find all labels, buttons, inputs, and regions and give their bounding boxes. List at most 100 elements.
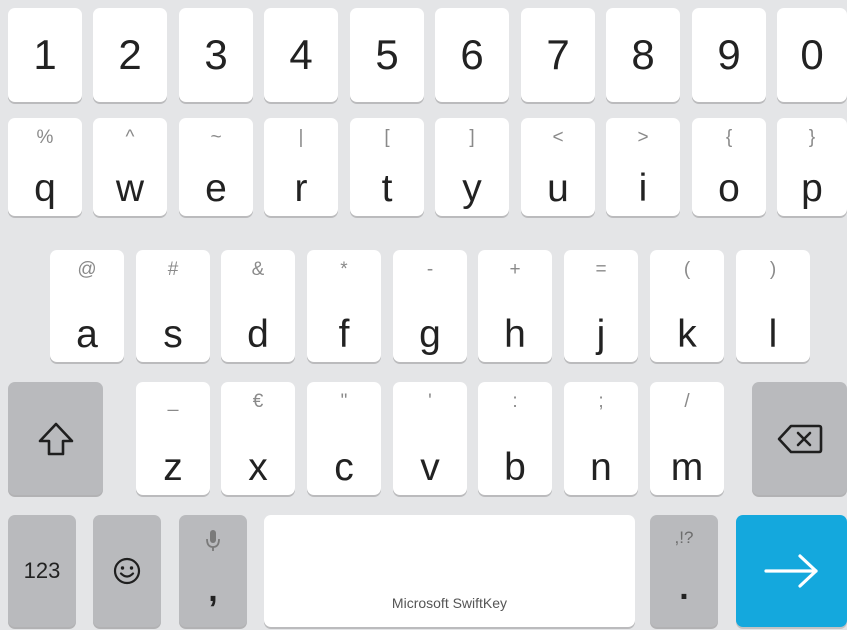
key-r[interactable]: | r <box>264 118 338 216</box>
key-alt-symbol: : <box>512 391 518 412</box>
key-label: 1 <box>33 31 57 78</box>
key-2[interactable]: 2 <box>93 8 167 102</box>
key-m[interactable]: / m <box>650 382 724 495</box>
key-label: j <box>596 313 606 356</box>
key-label: r <box>294 167 308 210</box>
key-g[interactable]: -g <box>393 250 467 362</box>
key-label: t <box>381 167 393 210</box>
key-label: x <box>248 446 268 489</box>
key-c[interactable]: " c <box>307 382 381 495</box>
key-alt-symbol: > <box>637 127 649 148</box>
key-z[interactable]: _ z <box>136 382 210 495</box>
key-alt-symbol: _ <box>167 391 179 412</box>
key-label: k <box>677 313 697 356</box>
key-alt-symbol: ^ <box>125 127 135 148</box>
key-alt-symbol: { <box>725 127 733 148</box>
shift-key[interactable] <box>8 382 103 495</box>
key-s[interactable]: # s <box>136 250 210 362</box>
key-label: h <box>504 313 526 356</box>
comma-label: , <box>208 571 218 609</box>
key-1[interactable]: 1 <box>8 8 82 102</box>
key-k[interactable]: (k <box>650 250 724 362</box>
key-alt-symbol: # <box>167 259 179 280</box>
key-p[interactable]: } p <box>777 118 847 216</box>
key-alt-symbol: ; <box>598 391 604 412</box>
key-8[interactable]: 8 <box>606 8 680 102</box>
key-label: p <box>801 167 823 210</box>
key-label: f <box>338 313 350 356</box>
key-5[interactable]: 5 <box>350 8 424 102</box>
key-3[interactable]: 3 <box>179 8 253 102</box>
key-q[interactable]: % q <box>8 118 82 216</box>
key-alt-symbol: } <box>808 127 816 148</box>
backspace-key[interactable] <box>752 382 847 495</box>
numbers-key-label: 123 <box>23 558 61 583</box>
key-alt-symbol: " <box>340 391 348 412</box>
key-label: 8 <box>631 31 655 78</box>
key-6[interactable]: 6 <box>435 8 509 102</box>
key-label: u <box>547 167 569 210</box>
key-7[interactable]: 7 <box>521 8 595 102</box>
microphone-icon <box>206 530 220 551</box>
numbers-key[interactable]: 123 <box>8 515 76 627</box>
key-label: g <box>419 313 441 356</box>
key-d[interactable]: & d <box>221 250 295 362</box>
key-label: y <box>462 167 482 210</box>
key-label: 9 <box>717 31 741 78</box>
key-label: 4 <box>289 31 313 78</box>
key-alt-symbol: ( <box>683 259 691 280</box>
key-label: d <box>247 313 269 356</box>
key-alt-symbol: / <box>684 391 690 412</box>
key-b[interactable]: :b <box>478 382 552 495</box>
key-alt-symbol: = <box>595 259 607 280</box>
key-label: m <box>670 446 704 489</box>
period-label: . <box>679 569 689 607</box>
key-alt-symbol: | <box>298 127 304 148</box>
key-t[interactable]: [t <box>350 118 424 216</box>
keyboard: 1 2 3 4 5 6 7 8 9 0 % q ^ w ~ e | r [t ] y < u… <box>0 0 847 630</box>
key-alt-symbol: < <box>552 127 564 148</box>
key-alt-symbol: + <box>509 259 521 280</box>
emoji-key[interactable] <box>93 515 161 627</box>
key-n[interactable]: ; n <box>564 382 638 495</box>
shift-arrow-icon <box>38 422 73 455</box>
smiley-icon <box>113 557 141 585</box>
key-j[interactable]: = j <box>564 250 638 362</box>
key-i[interactable]: > i <box>606 118 680 216</box>
key-label: 6 <box>460 31 484 78</box>
key-0[interactable]: 0 <box>777 8 847 102</box>
key-l[interactable]: ) l <box>736 250 810 362</box>
key-label: 7 <box>546 31 570 78</box>
key-e[interactable]: ~ e <box>179 118 253 216</box>
key-label: c <box>334 446 354 489</box>
key-label: n <box>590 446 612 489</box>
key-o[interactable]: {o <box>692 118 766 216</box>
key-label: 5 <box>375 31 399 78</box>
comma-key[interactable]: , <box>179 515 247 627</box>
key-label: z <box>163 446 183 489</box>
key-alt-symbol: ~ <box>210 127 222 148</box>
key-a[interactable]: @ a <box>50 250 124 362</box>
key-alt-symbol: ) <box>769 259 777 280</box>
key-label: s <box>163 313 183 356</box>
space-bar[interactable]: Microsoft SwiftKey <box>264 515 635 627</box>
key-x[interactable]: € x <box>221 382 295 495</box>
key-4[interactable]: 4 <box>264 8 338 102</box>
key-alt-symbol: * <box>340 259 348 280</box>
key-v[interactable]: ' v <box>393 382 467 495</box>
key-u[interactable]: < u <box>521 118 595 216</box>
key-label: 0 <box>800 31 824 78</box>
key-y[interactable]: ] y <box>435 118 509 216</box>
period-key[interactable]: ,!? . <box>650 515 718 627</box>
backspace-icon <box>777 424 822 453</box>
key-9[interactable]: 9 <box>692 8 766 102</box>
key-label: o <box>718 167 740 210</box>
key-label: v <box>420 446 440 489</box>
key-w[interactable]: ^ w <box>93 118 167 216</box>
key-alt-symbol: ' <box>428 391 432 412</box>
key-h[interactable]: + h <box>478 250 552 362</box>
enter-key[interactable] <box>736 515 847 627</box>
punctuation-alt: ,!? <box>674 528 694 547</box>
key-label: b <box>504 446 526 489</box>
key-f[interactable]: * f <box>307 250 381 362</box>
